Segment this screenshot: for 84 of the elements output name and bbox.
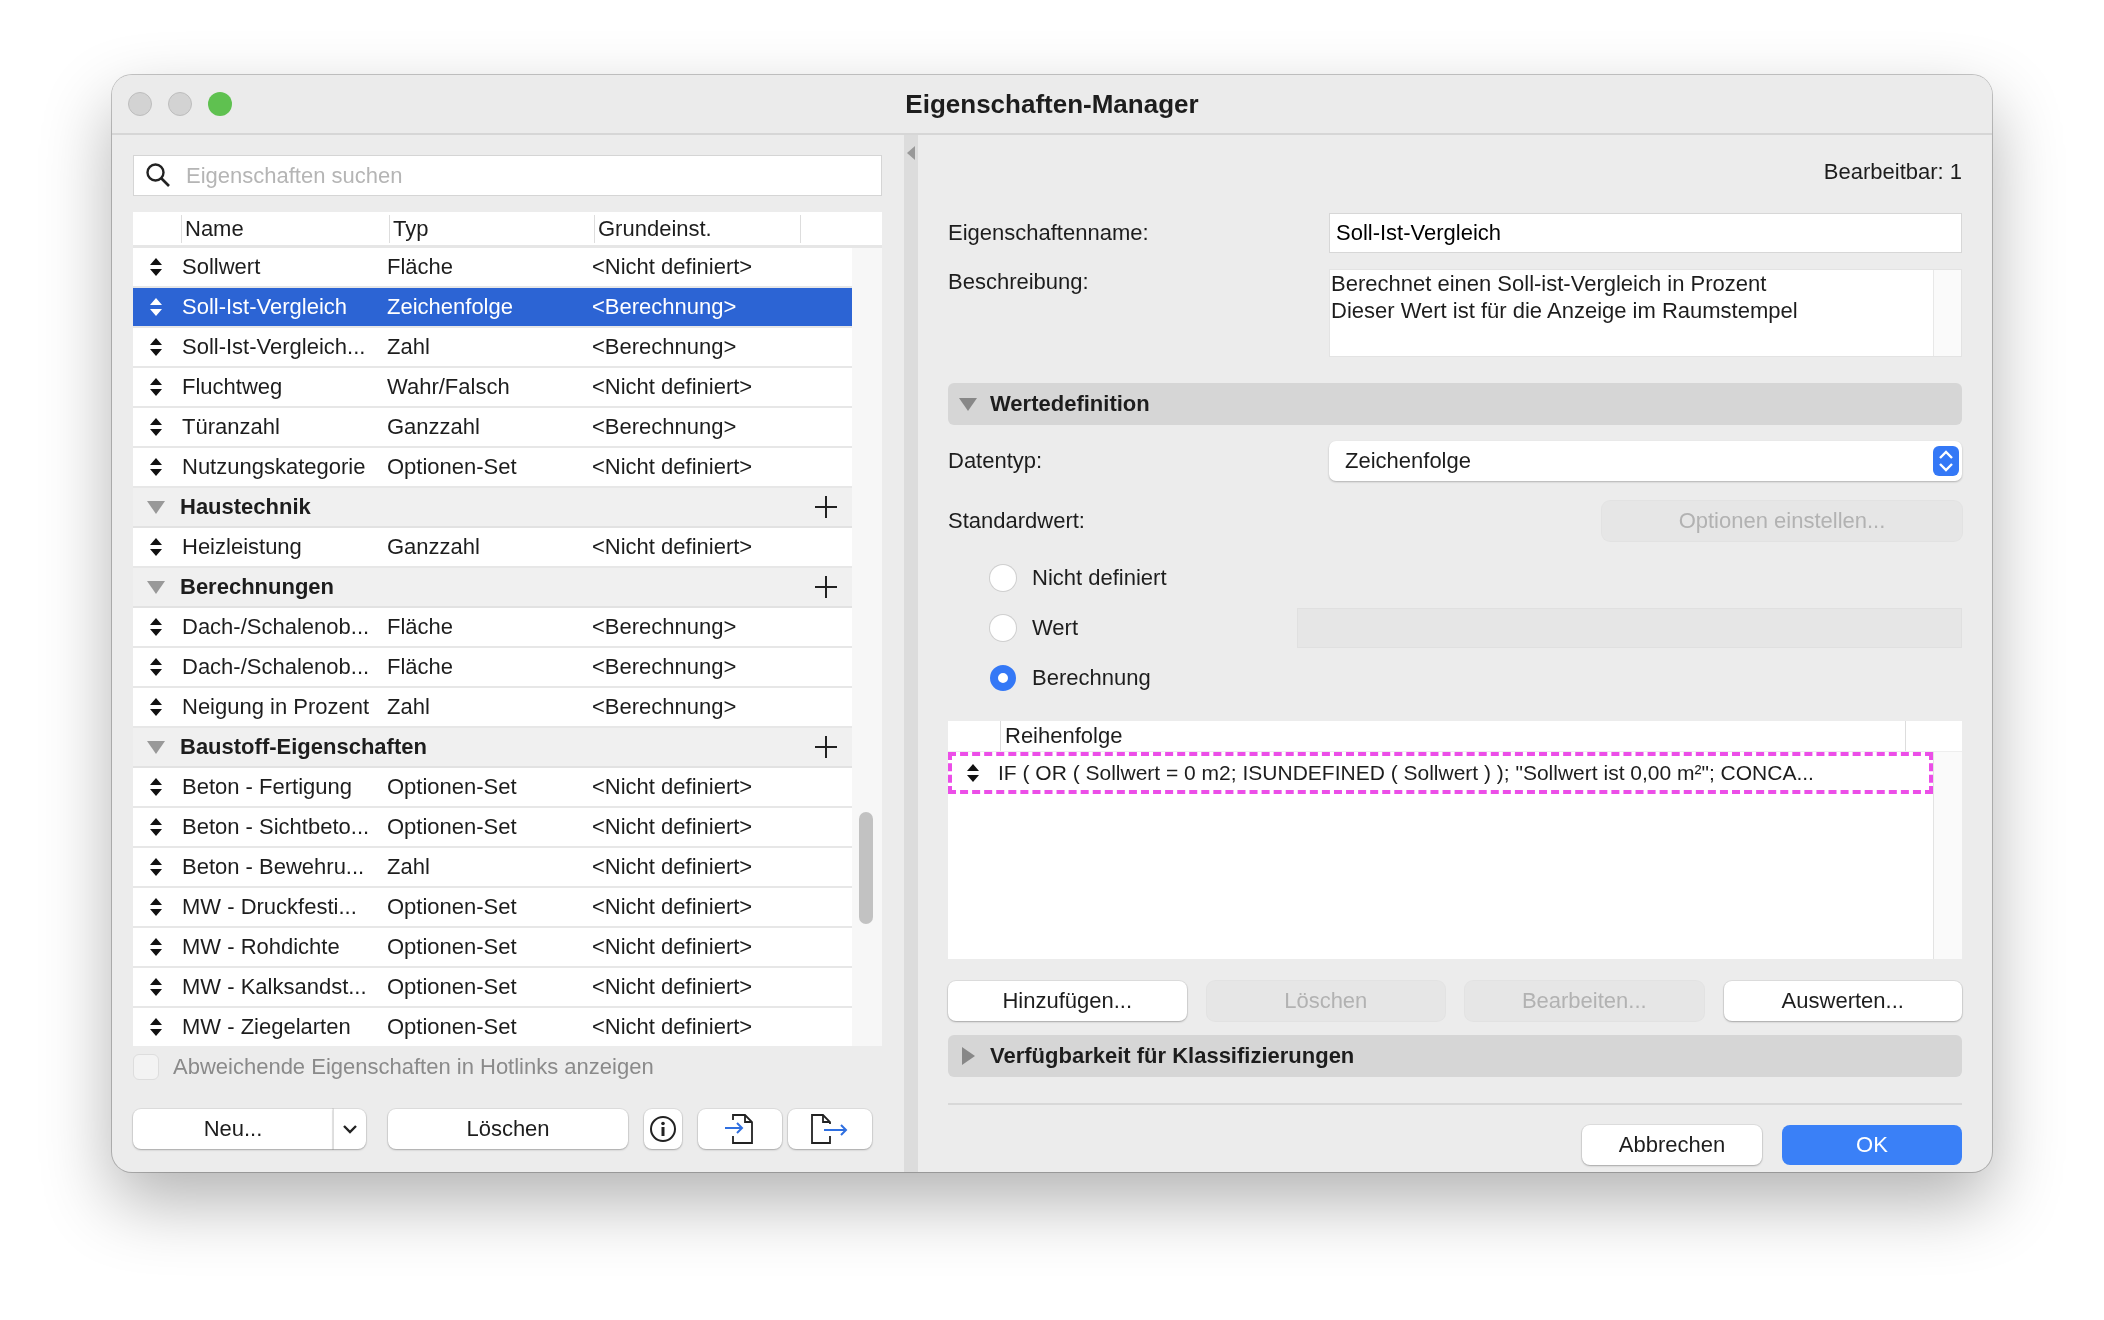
- import-button[interactable]: [698, 1109, 782, 1149]
- zoom-button[interactable]: [208, 92, 232, 116]
- add-icon[interactable]: [814, 575, 838, 599]
- close-button[interactable]: [128, 92, 152, 116]
- updown-icon: [1933, 446, 1959, 476]
- scrollbar-thumb[interactable]: [859, 812, 873, 924]
- group-row[interactable]: Baustoff-Eigenschaften: [133, 728, 852, 768]
- reorder-icon: [149, 857, 163, 877]
- info-icon: [649, 1115, 677, 1143]
- radio-button[interactable]: [990, 665, 1016, 691]
- reorder-icon: [149, 977, 163, 997]
- field-label: Eigenschaftenname:: [948, 220, 1150, 246]
- section-header[interactable]: Wertedefinition: [948, 383, 1962, 425]
- table-row[interactable]: Beton - Fertigung Optionen-Set <Nicht definiert>: [133, 768, 852, 808]
- table-row[interactable]: Beton - Bewehru... Zahl <Nicht definiert>: [133, 848, 852, 888]
- ok-button[interactable]: OK: [1782, 1125, 1962, 1165]
- disclosure-icon[interactable]: [146, 579, 166, 595]
- table-row[interactable]: Türanzahl Ganzzahl <Berechnung>: [133, 408, 852, 448]
- export-icon: [810, 1112, 850, 1146]
- radio-button[interactable]: [990, 615, 1016, 641]
- reorder-icon: [149, 337, 163, 357]
- reorder-icon: [149, 1017, 163, 1037]
- datatype-select[interactable]: Zeichenfolge: [1329, 441, 1962, 481]
- checkbox-label: Abweichende Eigenschaften in Hotlinks anzeigen: [173, 1054, 654, 1080]
- radio-button[interactable]: [990, 565, 1016, 591]
- table-row[interactable]: Dach-/Schalenob... Fläche <Berechnung>: [133, 608, 852, 648]
- collapse-icon[interactable]: [906, 145, 916, 161]
- delete-button[interactable]: Löschen: [388, 1109, 628, 1149]
- column-header[interactable]: Grundeinst.: [594, 214, 800, 243]
- table-row[interactable]: Soll-Ist-Vergleich Zeichenfolge <Berechnung>: [133, 288, 852, 328]
- disclosure-icon[interactable]: [146, 739, 166, 755]
- search-field[interactable]: Eigenschaften suchen: [133, 155, 882, 196]
- reorder-icon: [149, 777, 163, 797]
- column-header[interactable]: Name: [181, 214, 389, 243]
- reorder-icon: [149, 417, 163, 437]
- disclosure-icon[interactable]: [958, 396, 978, 412]
- description-field[interactable]: Berechnet einen Soll-ist-Vergleich in Prozent Dieser Wert ist für die Anzeige im Raumstempel: [1329, 269, 1962, 357]
- cancel-button[interactable]: Abbrechen: [1582, 1125, 1762, 1165]
- column-header[interactable]: Reihenfolge: [1000, 721, 1905, 751]
- radio-label: Wert: [1032, 615, 1080, 641]
- group-row[interactable]: Haustechnik: [133, 488, 852, 528]
- export-button[interactable]: [788, 1109, 872, 1149]
- reorder-icon: [966, 763, 980, 783]
- reorder-icon: [149, 537, 163, 557]
- radio-label: Nicht definiert: [1032, 565, 1168, 591]
- reorder-icon: [149, 657, 163, 677]
- reorder-icon: [149, 697, 163, 717]
- reorder-icon: [149, 377, 163, 397]
- field-label: Datentyp:: [948, 448, 1044, 474]
- table-row[interactable]: Beton - Sichtbeto... Optionen-Set <Nicht definiert>: [133, 808, 852, 848]
- action-button[interactable]: Hinzufügen...: [948, 981, 1187, 1021]
- disclosure-icon[interactable]: [960, 1046, 976, 1066]
- table-row[interactable]: MW - Druckfesti... Optionen-Set <Nicht definiert>: [133, 888, 852, 928]
- minimize-button[interactable]: [168, 92, 192, 116]
- table-row[interactable]: Fluchtweg Wahr/Falsch <Nicht definiert>: [133, 368, 852, 408]
- disclosure-icon[interactable]: [146, 499, 166, 515]
- reorder-icon: [149, 617, 163, 637]
- column-header[interactable]: Typ: [389, 214, 594, 243]
- reorder-icon: [149, 817, 163, 837]
- reorder-icon: [149, 297, 163, 317]
- reorder-icon: [149, 897, 163, 917]
- field-label: Beschreibung:: [948, 269, 1090, 295]
- dropdown-button[interactable]: [333, 1109, 366, 1149]
- action-button[interactable]: Auswerten...: [1723, 981, 1962, 1021]
- table-row[interactable]: Dach-/Schalenob... Fläche <Berechnung>: [133, 648, 852, 688]
- add-icon[interactable]: [814, 735, 838, 759]
- formula-row[interactable]: IF ( OR ( Sollwert = 0 m2; ISUNDEFINED ( Sollwert ) ); "Sollwert ist 0,00 m²"; CONCA...: [948, 752, 1933, 794]
- table-row[interactable]: MW - Kalksandst... Optionen-Set <Nicht definiert>: [133, 968, 852, 1008]
- new-button[interactable]: Neu...: [133, 1109, 333, 1149]
- group-row[interactable]: Berechnungen: [133, 568, 852, 608]
- table-row[interactable]: MW - Rohdichte Optionen-Set <Nicht definiert>: [133, 928, 852, 968]
- window-title: Eigenschaften-Manager: [904, 88, 1200, 120]
- section-header[interactable]: Verfügbarkeit für Klassifizierungen: [948, 1035, 1962, 1077]
- name-field[interactable]: Soll-Ist-Vergleich: [1329, 213, 1962, 253]
- reorder-icon: [149, 457, 163, 477]
- chevron-icon: [342, 1124, 358, 1134]
- field-label: Standardwert:: [948, 508, 1086, 534]
- reorder-icon: [149, 257, 163, 277]
- table-row[interactable]: Soll-Ist-Vergleich... Zahl <Berechnung>: [133, 328, 852, 368]
- editable-count: Bearbeitbar: 1: [1822, 158, 1962, 186]
- radio-label: Berechnung: [1032, 665, 1152, 691]
- reorder-icon: [149, 937, 163, 957]
- add-icon[interactable]: [814, 495, 838, 519]
- info-button[interactable]: [644, 1109, 682, 1149]
